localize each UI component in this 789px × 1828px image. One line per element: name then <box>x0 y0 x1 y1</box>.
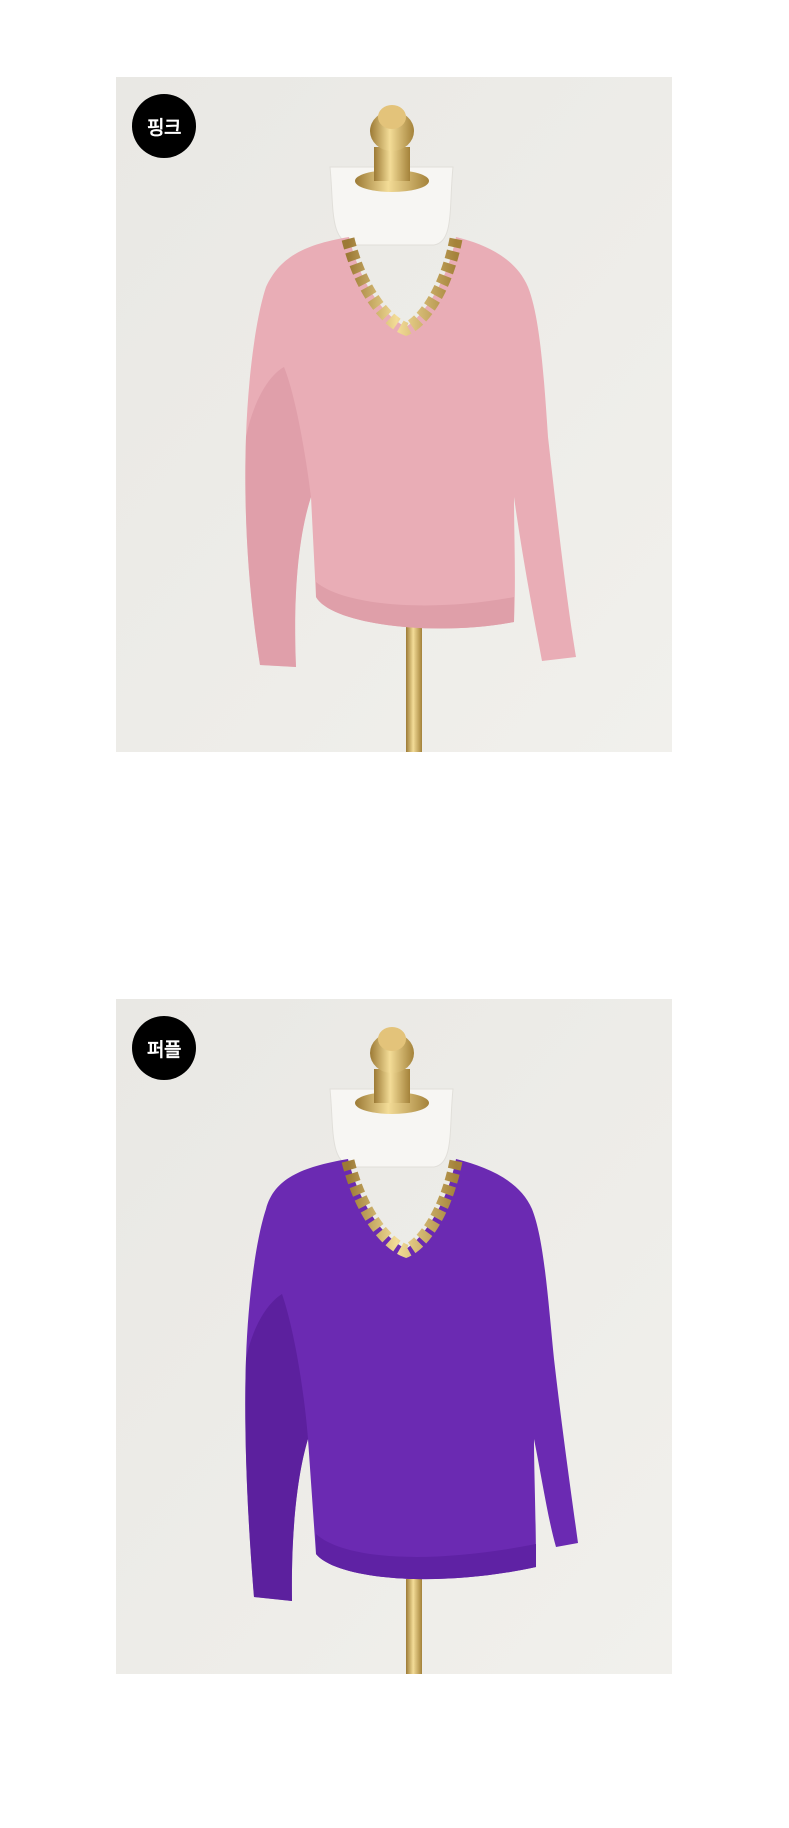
pink-sweater-mannequin-image <box>116 77 672 752</box>
product-photo-purple: 퍼플 <box>116 999 672 1674</box>
color-badge: 퍼플 <box>132 1016 196 1080</box>
product-photo-pink: 핑크 <box>116 77 672 752</box>
purple-sweater-mannequin-image <box>116 999 672 1674</box>
color-badge: 핑크 <box>132 94 196 158</box>
